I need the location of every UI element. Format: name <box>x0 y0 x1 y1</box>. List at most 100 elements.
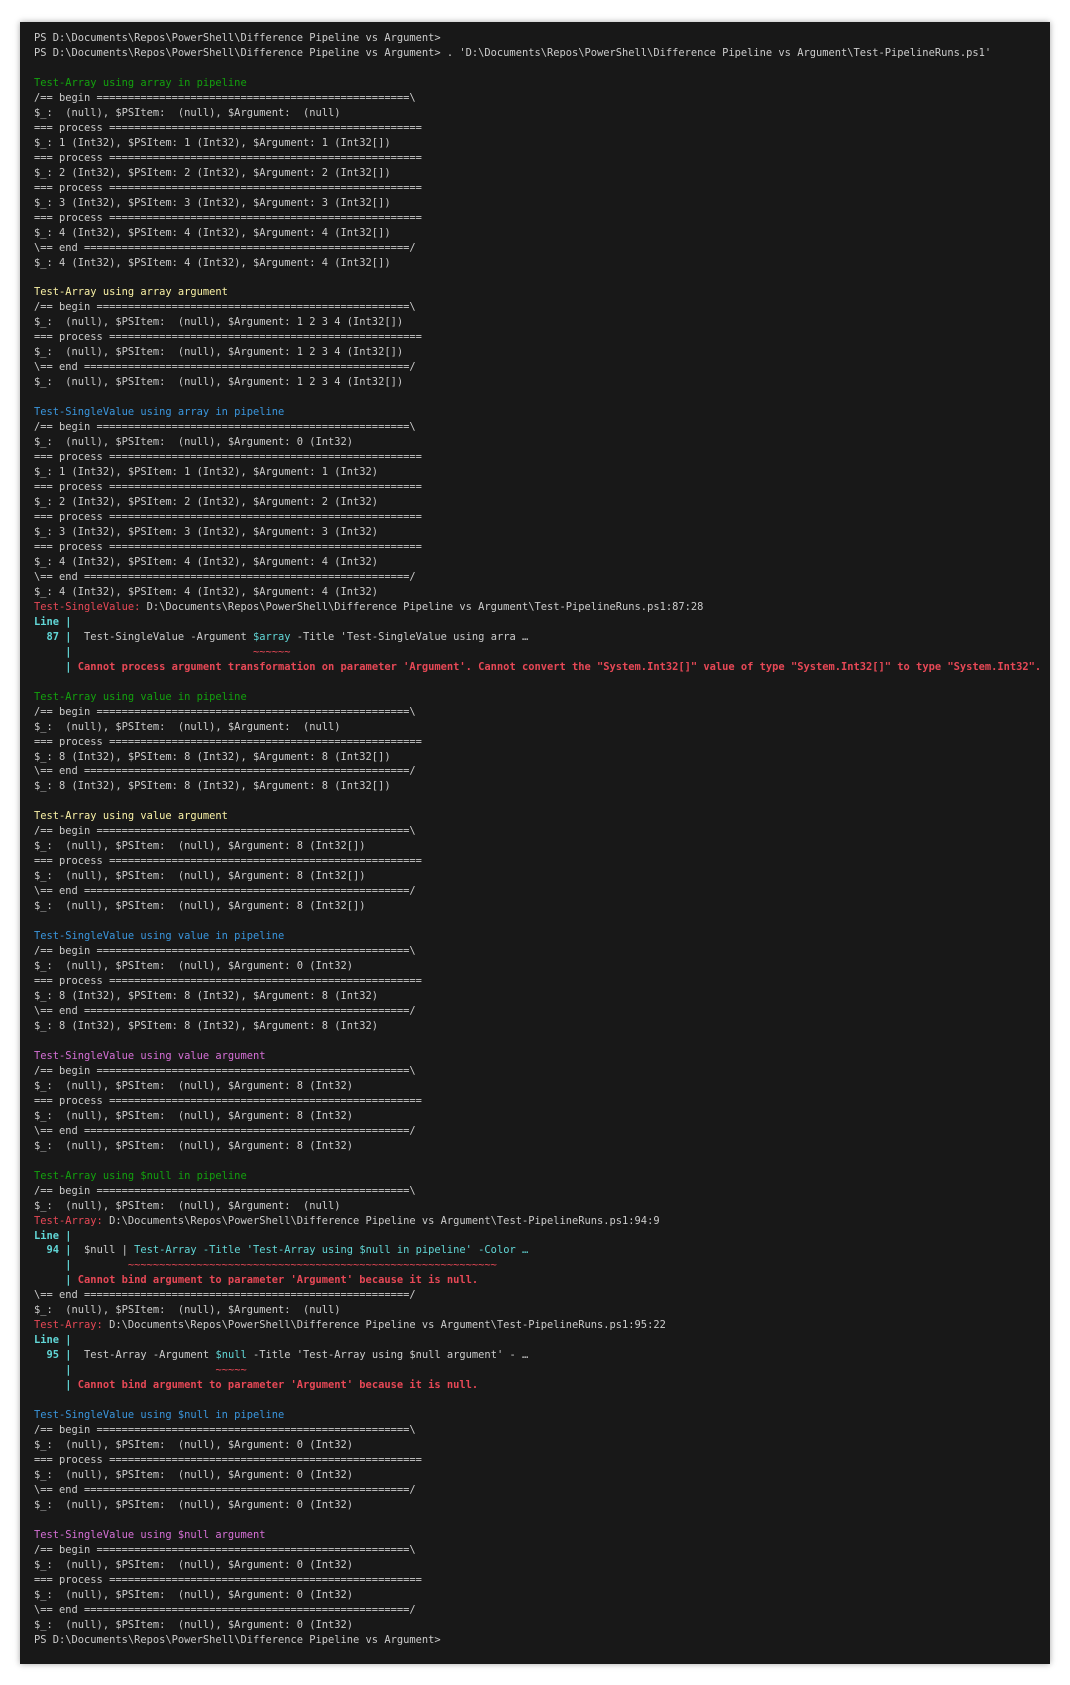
terminal-line: 94 | $null | Test-Array -Title 'Test-Arr… <box>34 1243 1036 1258</box>
terminal-text: \== end ================================… <box>34 1289 416 1302</box>
terminal-text: $_: 1 (Int32), $PSItem: 1 (Int32), $Argu… <box>34 466 379 479</box>
terminal-line: === process ============================… <box>34 450 1036 465</box>
terminal-line: Test-Array using value argument <box>34 809 1036 824</box>
terminal-text: D:\Documents\Repos\PowerShell\Difference… <box>109 1319 666 1332</box>
terminal-line: $_: (null), $PSItem: (null), $Argument: … <box>34 959 1036 974</box>
terminal-line: $_: 8 (Int32), $PSItem: 8 (Int32), $Argu… <box>34 750 1036 765</box>
terminal-line: PS D:\Documents\Repos\PowerShell\Differe… <box>34 46 1036 61</box>
terminal-line: \== end ================================… <box>34 241 1036 256</box>
terminal-text: \== end ================================… <box>34 885 416 898</box>
terminal-line: $_: (null), $PSItem: (null), $Argument: … <box>34 1588 1036 1603</box>
terminal-line: === process ============================… <box>34 1094 1036 1109</box>
terminal-line: === process ============================… <box>34 854 1036 869</box>
terminal-output: PS D:\Documents\Repos\PowerShell\Differe… <box>34 31 1041 1648</box>
terminal-text: /== begin ==============================… <box>34 705 416 718</box>
terminal-text: $_: (null), $PSItem: (null), $Argument: … <box>34 840 366 853</box>
terminal-text: $_: 4 (Int32), $PSItem: 4 (Int32), $Argu… <box>34 256 391 269</box>
terminal-line: | Cannot bind argument to parameter 'Arg… <box>34 1378 1036 1393</box>
terminal-text: $_: (null), $PSItem: (null), $Argument: … <box>34 1498 354 1511</box>
terminal-text: PS D:\Documents\Repos\PowerShell\Differe… <box>34 1633 441 1646</box>
terminal-text: /== begin ==============================… <box>34 301 416 314</box>
terminal-text: Test-SingleValue using value in pipeline <box>34 930 285 943</box>
terminal-text: $_: (null), $PSItem: (null), $Argument: … <box>34 870 366 883</box>
terminal-text: Test-Array -Argument <box>77 1349 216 1362</box>
terminal-text: $_: (null), $PSItem: (null), $Argument: … <box>34 1469 354 1481</box>
terminal-line: $_: (null), $PSItem: (null), $Argument: … <box>34 839 1036 854</box>
terminal-text: 87 | <box>34 630 78 643</box>
terminal-line: $_: (null), $PSItem: (null), $Argument: … <box>34 1468 1036 1483</box>
terminal-line: /== begin ==============================… <box>34 1423 1036 1438</box>
terminal-text: === process ============================… <box>34 121 422 134</box>
terminal-text: Test-Array: <box>34 1214 110 1227</box>
terminal-text: | <box>34 1259 78 1272</box>
terminal-line: | ~~~~~~ <box>34 645 1036 660</box>
terminal-text: $_: 4 (Int32), $PSItem: 4 (Int32), $Argu… <box>34 555 379 568</box>
terminal-line: Test-Array using value in pipeline <box>34 690 1036 705</box>
terminal-text: $null <box>215 1349 247 1362</box>
terminal-line: $_: (null), $PSItem: (null), $Argument: … <box>34 1303 1036 1318</box>
terminal-text: \== end ================================… <box>34 570 416 583</box>
terminal-text: === process ============================… <box>34 975 422 988</box>
terminal-text: $_: (null), $PSItem: (null), $Argument: … <box>34 376 404 389</box>
terminal-text: === process ============================… <box>34 1573 422 1586</box>
terminal-text: $_: (null), $PSItem: (null), $Argument: … <box>34 1139 354 1152</box>
terminal-line: /== begin ==============================… <box>34 1543 1036 1558</box>
terminal-text: === process ============================… <box>34 211 422 224</box>
terminal-text: Test-Array using array in pipeline <box>34 76 247 89</box>
terminal-line: Line | <box>34 1229 1036 1244</box>
terminal-text: Test-Array: <box>34 1319 110 1332</box>
terminal-line: $_: 2 (Int32), $PSItem: 2 (Int32), $Argu… <box>34 166 1036 181</box>
terminal-line: Test-SingleValue using value in pipeline <box>34 929 1036 944</box>
terminal-line: $_: 4 (Int32), $PSItem: 4 (Int32), $Argu… <box>34 226 1036 241</box>
terminal-line: === process ============================… <box>34 330 1036 345</box>
terminal-line: $_: 4 (Int32), $PSItem: 4 (Int32), $Argu… <box>34 555 1036 570</box>
terminal-line: === process ============================… <box>34 974 1036 989</box>
terminal-line: \== end ================================… <box>34 1124 1036 1139</box>
terminal-text: === process ============================… <box>34 481 422 494</box>
terminal-text: 94 | <box>34 1244 78 1257</box>
terminal-text: Test-SingleValue: <box>34 600 147 613</box>
terminal-line: PS D:\Documents\Repos\PowerShell\Differe… <box>34 1633 1036 1648</box>
terminal-text: Cannot bind argument to parameter 'Argum… <box>77 1274 479 1287</box>
terminal-line: === process ============================… <box>34 1453 1036 1468</box>
terminal-text: $_: (null), $PSItem: (null), $Argument: … <box>34 960 354 973</box>
terminal-text: $_: (null), $PSItem: (null), $Argument: … <box>34 1439 354 1452</box>
terminal-line: Test-Array using array in pipeline <box>34 76 1036 91</box>
terminal-line: \== end ================================… <box>34 884 1036 899</box>
terminal-text: $_: (null), $PSItem: (null), $Argument: … <box>34 900 366 913</box>
terminal-text: /== begin ==============================… <box>34 825 416 838</box>
terminal-line: /== begin ==============================… <box>34 91 1036 106</box>
terminal-line: Test-SingleValue using $null argument <box>34 1528 1036 1543</box>
terminal-text: /== begin ==============================… <box>34 1184 416 1197</box>
terminal-line: $_: 3 (Int32), $PSItem: 3 (Int32), $Argu… <box>34 525 1036 540</box>
terminal-text: Test-Array using array argument <box>34 286 228 299</box>
terminal-text: === process ============================… <box>34 540 422 553</box>
terminal-text: $_: (null), $PSItem: (null), $Argument: … <box>34 1558 354 1571</box>
terminal-window[interactable]: PS D:\Documents\Repos\PowerShell\Differe… <box>20 22 1050 1664</box>
terminal-text: $_: 3 (Int32), $PSItem: 3 (Int32), $Argu… <box>34 196 391 209</box>
terminal-text: \== end ================================… <box>34 1483 416 1496</box>
terminal-text: | <box>34 1379 78 1392</box>
terminal-line: Test-Array: D:\Documents\Repos\PowerShel… <box>34 1318 1036 1333</box>
terminal-text: $_: (null), $PSItem: (null), $Argument: … <box>34 1618 354 1631</box>
terminal-text: D:\Documents\Repos\PowerShell\Difference… <box>146 600 704 613</box>
terminal-line: \== end ================================… <box>34 360 1036 375</box>
terminal-text: -Title 'Test-Array using $null argument'… <box>246 1349 529 1362</box>
terminal-text: $_: (null), $PSItem: (null), $Argument: … <box>34 1109 354 1122</box>
terminal-text: $_: 8 (Int32), $PSItem: 8 (Int32), $Argu… <box>34 750 391 763</box>
terminal-text: === process ============================… <box>34 331 422 344</box>
terminal-text: === process ============================… <box>34 151 422 164</box>
terminal-text: ~~~~~~~~~~~~~~~~~~~~~~~~~~~~~~~~~~~~~~~~… <box>127 1259 497 1272</box>
terminal-line: Test-Array using $null in pipeline <box>34 1169 1036 1184</box>
terminal-line: /== begin ==============================… <box>34 1064 1036 1079</box>
terminal-line: $_: (null), $PSItem: (null), $Argument: … <box>34 315 1036 330</box>
terminal-line: $_: 8 (Int32), $PSItem: 8 (Int32), $Argu… <box>34 1019 1036 1034</box>
terminal-line: /== begin ==============================… <box>34 1184 1036 1199</box>
terminal-line: $_: (null), $PSItem: (null), $Argument: … <box>34 435 1036 450</box>
